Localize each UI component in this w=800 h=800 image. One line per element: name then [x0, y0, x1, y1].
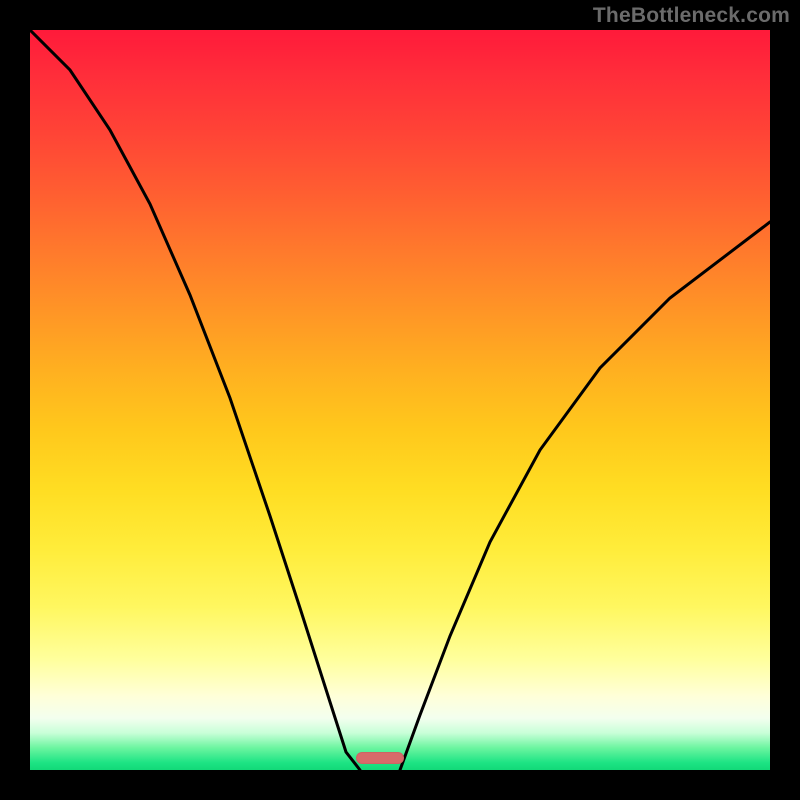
- chart-frame: TheBottleneck.com: [0, 0, 800, 800]
- optimal-range-marker: [356, 752, 404, 764]
- curve-layer: [30, 30, 770, 770]
- plot-area: [30, 30, 770, 770]
- bottleneck-curve-right: [400, 222, 770, 770]
- watermark-text: TheBottleneck.com: [593, 4, 790, 28]
- bottleneck-curve-left: [30, 30, 360, 770]
